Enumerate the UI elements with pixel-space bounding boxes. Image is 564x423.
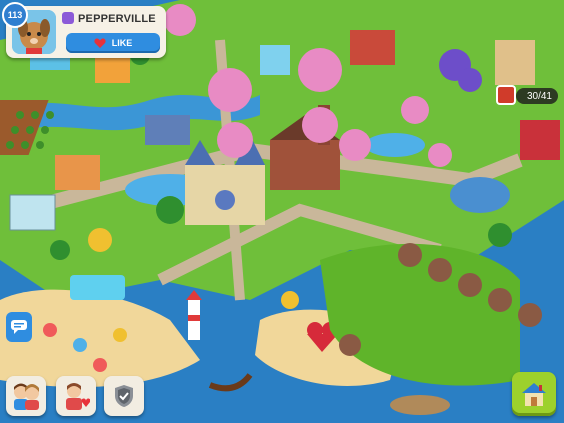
greenhouse (9, 194, 56, 231)
pool (70, 275, 125, 300)
barn-counter[interactable]: 30/41 (516, 88, 558, 104)
town-profile-card[interactable]: 113 PEPPERVILLE LIKE (2, 2, 166, 58)
level-badge: 113 (2, 2, 28, 28)
chat-bubble-icon (11, 320, 27, 334)
barn-icon (496, 85, 516, 105)
whale-statue (450, 177, 510, 213)
town-badge-icon (62, 12, 74, 24)
east-pond (365, 133, 425, 157)
like-button[interactable]: LIKE (66, 33, 160, 53)
rock-outcrop (390, 395, 450, 415)
lighthouse (186, 290, 202, 340)
build-button[interactable] (512, 372, 556, 416)
friends-icon (14, 383, 39, 410)
town-map[interactable] (0, 0, 564, 423)
gift-button[interactable] (56, 376, 96, 416)
shield-button[interactable] (104, 376, 144, 416)
build-house-icon (522, 383, 546, 406)
chat-button[interactable] (6, 312, 32, 342)
heart-statue (281, 291, 299, 309)
heart-icon (94, 37, 106, 48)
like-label: LIKE (111, 38, 133, 48)
friends-button[interactable] (6, 376, 46, 416)
gift-icon (66, 383, 90, 410)
town-name: PEPPERVILLE (78, 13, 156, 25)
shield-icon (115, 385, 133, 407)
dragon-fountain (88, 228, 112, 252)
